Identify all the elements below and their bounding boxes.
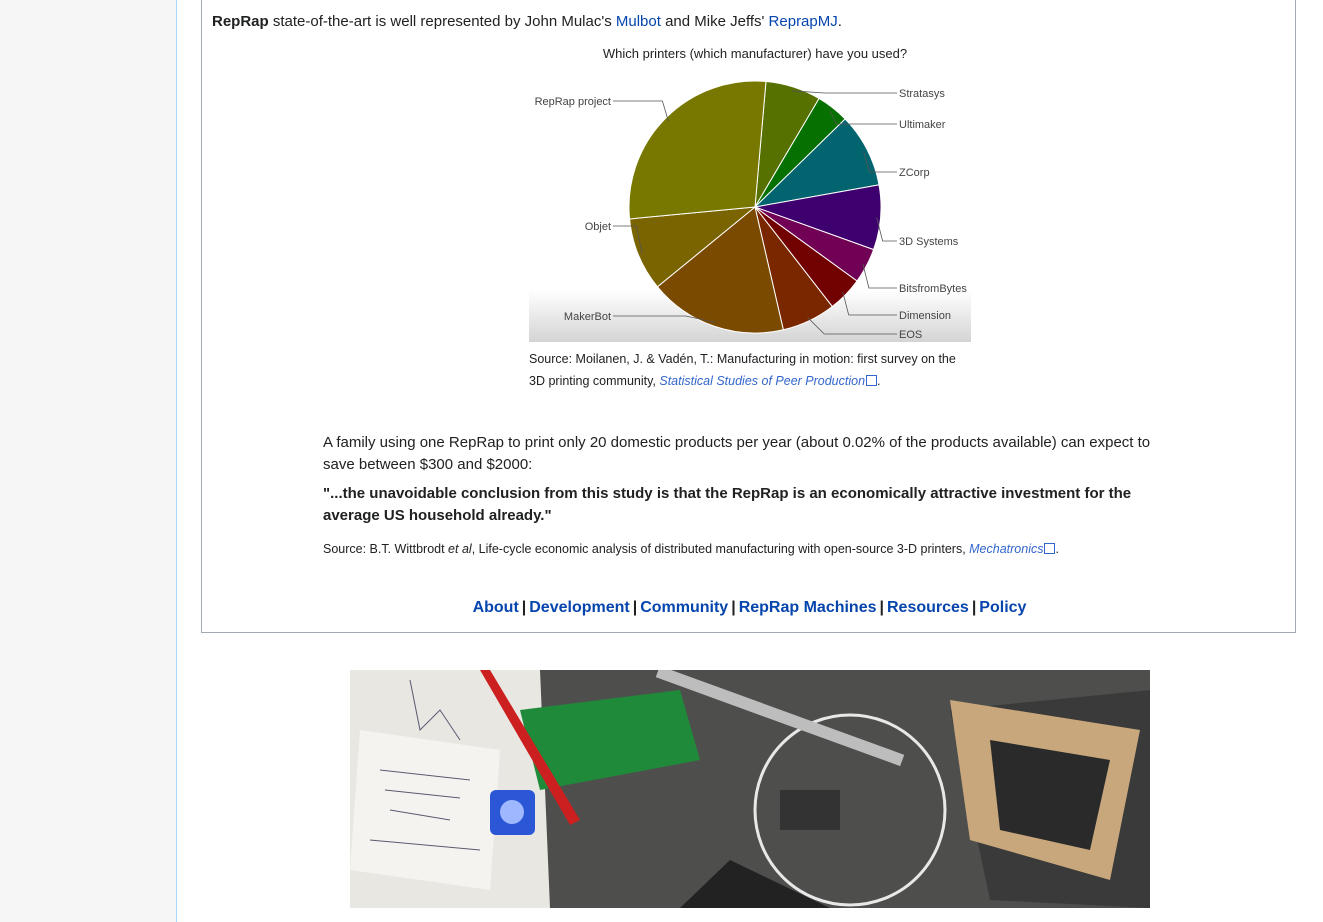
nav-separator: | xyxy=(731,599,736,616)
main-content: RepRap state-of-the-art is well represen… xyxy=(177,0,1323,922)
pie-label: MakerBot xyxy=(564,311,611,323)
intro-text-2: and Mike Jeffs' xyxy=(660,13,769,30)
chart-title: Which printers (which manufacturer) have… xyxy=(603,46,907,61)
reprap-parts-photo xyxy=(350,670,1150,908)
nav-resources[interactable]: Resources xyxy=(887,599,969,616)
source-mid: , Life-cycle economic analysis of distri… xyxy=(471,542,970,556)
external-link-icon xyxy=(1044,543,1056,554)
pie-label: 3D Systems xyxy=(899,236,959,248)
nav-reprap-machines[interactable]: RepRap Machines xyxy=(739,599,877,616)
leader-line xyxy=(862,263,897,289)
leader-line xyxy=(613,100,669,122)
nav-development[interactable]: Development xyxy=(529,599,629,616)
reprapmj-link[interactable]: ReprapMJ xyxy=(769,13,838,30)
pie-label: Objet xyxy=(585,221,611,233)
footer-nav: About | Development | Community | RepRap Machi… xyxy=(202,599,1297,617)
pie-slice-reprap-project xyxy=(628,80,767,220)
nav-separator: | xyxy=(521,599,527,616)
pie-label: BitsfromBytes xyxy=(899,283,967,295)
caption-end: . xyxy=(877,374,881,388)
nav-community[interactable]: Community xyxy=(640,599,728,616)
pie-chart-svg: Which printers (which manufacturer) have… xyxy=(529,46,971,342)
nav-separator: | xyxy=(971,599,977,616)
source-citation: Source: B.T. Wittbrodt et al, Life-cycle… xyxy=(323,539,1223,559)
external-link-icon xyxy=(866,375,878,386)
parts-photo-art xyxy=(350,670,1150,908)
source-end: . xyxy=(1055,542,1059,556)
chart-caption: Source: Moilanen, J. & Vadén, T.: Manufa… xyxy=(529,348,959,392)
intro-bold: RepRap xyxy=(212,13,269,30)
printer-pie-chart: Which printers (which manufacturer) have… xyxy=(529,42,971,344)
pie-label: RepRap project xyxy=(535,96,611,108)
pie-label: EOS xyxy=(899,329,922,341)
intro-text-3: . xyxy=(837,13,842,30)
intro-text-1: state-of-the-art is well represented by … xyxy=(268,13,616,30)
pie-label: Stratasys xyxy=(899,88,945,100)
mulbot-link[interactable]: Mulbot xyxy=(616,13,661,30)
pie-label: ZCorp xyxy=(899,167,930,179)
conclusion-quote: "...the unavoidable conclusion from this… xyxy=(323,485,1132,524)
nav-separator: | xyxy=(879,599,884,616)
nav-separator: | xyxy=(632,599,638,616)
info-box: RepRap state-of-the-art is well represen… xyxy=(201,0,1296,633)
source-pre: Source: B.T. Wittbrodt xyxy=(323,542,449,556)
source-etal: et al xyxy=(448,542,472,556)
statistical-studies-link[interactable]: Statistical Studies of Peer Production xyxy=(659,374,865,388)
left-sidebar xyxy=(0,0,177,922)
nav-policy[interactable]: Policy xyxy=(979,599,1026,616)
intro-line: RepRap state-of-the-art is well represen… xyxy=(212,12,842,32)
savings-paragraph: A family using one RepRap to print only … xyxy=(323,434,1151,473)
nav-about[interactable]: About xyxy=(473,599,519,616)
mechatronics-link[interactable]: Mechatronics xyxy=(969,542,1043,556)
pie-label: Ultimaker xyxy=(899,119,946,131)
pie-label: Dimension xyxy=(899,310,951,322)
